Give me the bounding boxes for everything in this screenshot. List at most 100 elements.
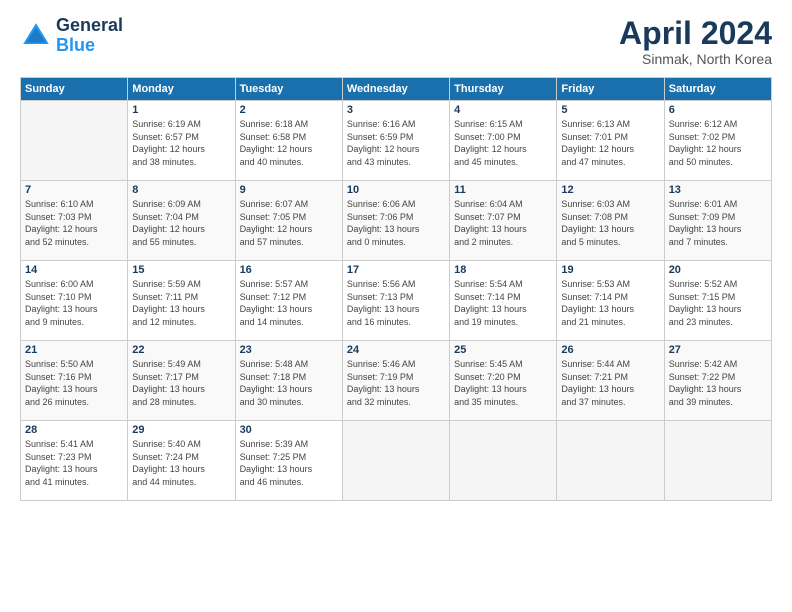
cell-w3-d0: 21 Sunrise: 5:50 AM Sunset: 7:16 PM Dayli… [21, 341, 128, 421]
day-detail: Sunrise: 5:42 AM Sunset: 7:22 PM Dayligh… [669, 358, 767, 408]
week-row-1: 7 Sunrise: 6:10 AM Sunset: 7:03 PM Daylig… [21, 181, 772, 261]
cell-w2-d4: 18Sunrise: 5:54 AM Sunset: 7:14 PM Dayli… [450, 261, 557, 341]
day-detail: Sunrise: 5:57 AM Sunset: 7:12 PM Dayligh… [240, 278, 338, 328]
cell-w3-d2: 23Sunrise: 5:48 AM Sunset: 7:18 PM Dayli… [235, 341, 342, 421]
day-detail: Sunrise: 6:18 AM Sunset: 6:58 PM Dayligh… [240, 118, 338, 168]
calendar-table: SundayMondayTuesdayWednesdayThursdayFrid… [20, 77, 772, 501]
cell-w0-d6: 6 Sunrise: 6:12 AM Sunset: 7:02 PM Daylig… [664, 101, 771, 181]
day-detail: Sunrise: 5:40 AM Sunset: 7:24 PM Dayligh… [132, 438, 230, 488]
day-header-friday: Friday [557, 78, 664, 101]
day-number: 27 [669, 344, 767, 356]
day-detail: Sunrise: 5:52 AM Sunset: 7:15 PM Dayligh… [669, 278, 767, 328]
day-number: 12 [561, 184, 659, 196]
day-number: 5 [561, 104, 659, 116]
logo-icon [20, 20, 52, 52]
cell-w3-d5: 26 Sunrise: 5:44 AM Sunset: 7:21 PM Dayli… [557, 341, 664, 421]
day-detail: Sunrise: 5:59 AM Sunset: 7:11 PM Dayligh… [132, 278, 230, 328]
day-number: 1 [132, 104, 230, 116]
day-number: 28 [25, 424, 123, 436]
logo-text: General Blue [56, 16, 123, 56]
day-detail: Sunrise: 6:06 AM Sunset: 7:06 PM Dayligh… [347, 198, 445, 248]
day-number: 7 [25, 184, 123, 196]
cell-w4-d5 [557, 421, 664, 501]
day-detail: Sunrise: 5:56 AM Sunset: 7:13 PM Dayligh… [347, 278, 445, 328]
cell-w0-d0 [21, 101, 128, 181]
day-detail: Sunrise: 5:50 AM Sunset: 7:16 PM Dayligh… [25, 358, 123, 408]
page: General Blue April 2024 Sinmak, North Ko… [0, 0, 792, 612]
cell-w4-d0: 28Sunrise: 5:41 AM Sunset: 7:23 PM Dayli… [21, 421, 128, 501]
header-row: SundayMondayTuesdayWednesdayThursdayFrid… [21, 78, 772, 101]
cell-w2-d0: 14 Sunrise: 6:00 AM Sunset: 7:10 PM Dayli… [21, 261, 128, 341]
day-header-tuesday: Tuesday [235, 78, 342, 101]
week-row-2: 14 Sunrise: 6:00 AM Sunset: 7:10 PM Dayli… [21, 261, 772, 341]
day-number: 10 [347, 184, 445, 196]
cell-w1-d0: 7 Sunrise: 6:10 AM Sunset: 7:03 PM Daylig… [21, 181, 128, 261]
cell-w1-d4: 11 Sunrise: 6:04 AM Sunset: 7:07 PM Dayli… [450, 181, 557, 261]
day-detail: Sunrise: 5:44 AM Sunset: 7:21 PM Dayligh… [561, 358, 659, 408]
day-number: 13 [669, 184, 767, 196]
day-number: 14 [25, 264, 123, 276]
cell-w2-d6: 20 Sunrise: 5:52 AM Sunset: 7:15 PM Dayli… [664, 261, 771, 341]
cell-w3-d3: 24 Sunrise: 5:46 AM Sunset: 7:19 PM Dayli… [342, 341, 449, 421]
day-number: 19 [561, 264, 659, 276]
day-number: 17 [347, 264, 445, 276]
day-number: 9 [240, 184, 338, 196]
cell-w0-d4: 4 Sunrise: 6:15 AM Sunset: 7:00 PM Daylig… [450, 101, 557, 181]
week-row-3: 21 Sunrise: 5:50 AM Sunset: 7:16 PM Dayli… [21, 341, 772, 421]
day-number: 21 [25, 344, 123, 356]
cell-w1-d1: 8Sunrise: 6:09 AM Sunset: 7:04 PM Daylig… [128, 181, 235, 261]
day-detail: Sunrise: 5:53 AM Sunset: 7:14 PM Dayligh… [561, 278, 659, 328]
day-number: 30 [240, 424, 338, 436]
subtitle: Sinmak, North Korea [619, 51, 772, 67]
day-detail: Sunrise: 6:03 AM Sunset: 7:08 PM Dayligh… [561, 198, 659, 248]
day-detail: Sunrise: 6:04 AM Sunset: 7:07 PM Dayligh… [454, 198, 552, 248]
day-header-saturday: Saturday [664, 78, 771, 101]
day-header-monday: Monday [128, 78, 235, 101]
day-detail: Sunrise: 6:15 AM Sunset: 7:00 PM Dayligh… [454, 118, 552, 168]
cell-w4-d3 [342, 421, 449, 501]
cell-w2-d1: 15 Sunrise: 5:59 AM Sunset: 7:11 PM Dayli… [128, 261, 235, 341]
day-detail: Sunrise: 6:07 AM Sunset: 7:05 PM Dayligh… [240, 198, 338, 248]
logo: General Blue [20, 16, 123, 56]
day-number: 3 [347, 104, 445, 116]
day-number: 16 [240, 264, 338, 276]
cell-w3-d4: 25 Sunrise: 5:45 AM Sunset: 7:20 PM Dayli… [450, 341, 557, 421]
day-detail: Sunrise: 5:46 AM Sunset: 7:19 PM Dayligh… [347, 358, 445, 408]
day-detail: Sunrise: 6:16 AM Sunset: 6:59 PM Dayligh… [347, 118, 445, 168]
day-number: 15 [132, 264, 230, 276]
cell-w3-d1: 22 Sunrise: 5:49 AM Sunset: 7:17 PM Dayli… [128, 341, 235, 421]
week-row-0: 1Sunrise: 6:19 AM Sunset: 6:57 PM Daylig… [21, 101, 772, 181]
cell-w1-d5: 12 Sunrise: 6:03 AM Sunset: 7:08 PM Dayli… [557, 181, 664, 261]
day-number: 4 [454, 104, 552, 116]
day-detail: Sunrise: 6:09 AM Sunset: 7:04 PM Dayligh… [132, 198, 230, 248]
cell-w1-d6: 13 Sunrise: 6:01 AM Sunset: 7:09 PM Dayli… [664, 181, 771, 261]
day-detail: Sunrise: 6:01 AM Sunset: 7:09 PM Dayligh… [669, 198, 767, 248]
day-number: 20 [669, 264, 767, 276]
cell-w1-d2: 9 Sunrise: 6:07 AM Sunset: 7:05 PM Daylig… [235, 181, 342, 261]
day-number: 2 [240, 104, 338, 116]
cell-w2-d5: 19 Sunrise: 5:53 AM Sunset: 7:14 PM Dayli… [557, 261, 664, 341]
day-number: 11 [454, 184, 552, 196]
cell-w0-d3: 3 Sunrise: 6:16 AM Sunset: 6:59 PM Daylig… [342, 101, 449, 181]
month-title: April 2024 [619, 16, 772, 51]
cell-w4-d2: 30Sunrise: 5:39 AM Sunset: 7:25 PM Dayli… [235, 421, 342, 501]
day-detail: Sunrise: 6:10 AM Sunset: 7:03 PM Dayligh… [25, 198, 123, 248]
day-detail: Sunrise: 6:12 AM Sunset: 7:02 PM Dayligh… [669, 118, 767, 168]
day-number: 26 [561, 344, 659, 356]
title-block: April 2024 Sinmak, North Korea [619, 16, 772, 67]
day-number: 6 [669, 104, 767, 116]
cell-w1-d3: 10 Sunrise: 6:06 AM Sunset: 7:06 PM Dayli… [342, 181, 449, 261]
header: General Blue April 2024 Sinmak, North Ko… [20, 16, 772, 67]
cell-w4-d1: 29Sunrise: 5:40 AM Sunset: 7:24 PM Dayli… [128, 421, 235, 501]
cell-w4-d6 [664, 421, 771, 501]
day-number: 25 [454, 344, 552, 356]
week-row-4: 28Sunrise: 5:41 AM Sunset: 7:23 PM Dayli… [21, 421, 772, 501]
day-detail: Sunrise: 5:45 AM Sunset: 7:20 PM Dayligh… [454, 358, 552, 408]
day-detail: Sunrise: 6:13 AM Sunset: 7:01 PM Dayligh… [561, 118, 659, 168]
day-number: 22 [132, 344, 230, 356]
day-detail: Sunrise: 5:49 AM Sunset: 7:17 PM Dayligh… [132, 358, 230, 408]
day-detail: Sunrise: 6:00 AM Sunset: 7:10 PM Dayligh… [25, 278, 123, 328]
day-number: 24 [347, 344, 445, 356]
day-number: 23 [240, 344, 338, 356]
cell-w2-d3: 17 Sunrise: 5:56 AM Sunset: 7:13 PM Dayli… [342, 261, 449, 341]
